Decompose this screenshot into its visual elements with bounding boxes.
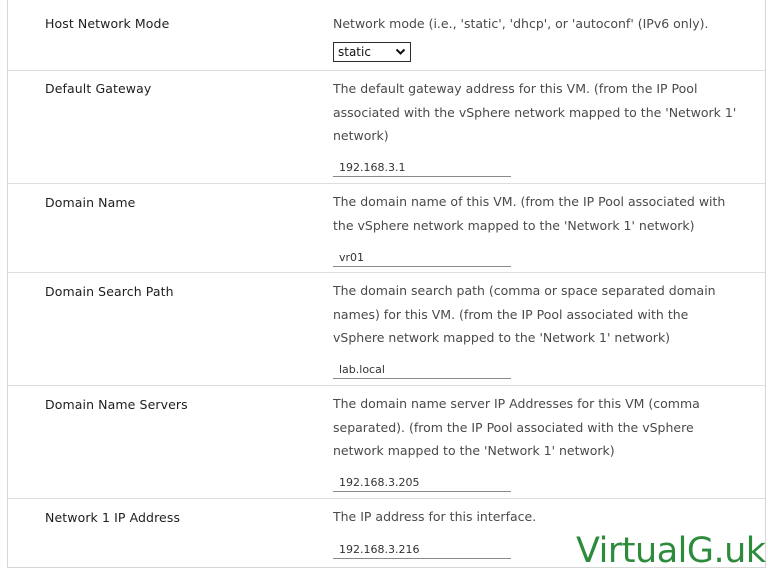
property-label: Domain Name Servers [45,397,188,412]
chevron-down-icon [395,48,406,55]
property-label: Domain Name [45,195,136,210]
property-row-domain-name-servers: Domain Name Servers The domain name serv… [8,386,765,499]
default-gateway-input[interactable]: 192.168.3.1 [333,159,511,177]
property-label: Domain Search Path [45,284,174,299]
property-label: Default Gateway [45,81,152,96]
domain-name-input[interactable]: vr01 [333,249,511,267]
domain-search-path-input[interactable]: lab.local [333,361,511,379]
network-mode-select[interactable]: static [333,42,411,62]
ovf-properties-panel: Host Network Mode Network mode (i.e., 's… [7,0,766,568]
property-description: The default gateway address for this VM.… [333,81,737,143]
watermark-logo: VirtualG.uk [576,531,766,571]
property-label: Host Network Mode [45,16,170,31]
property-description: The domain name server IP Addresses for … [333,396,700,458]
network-mode-select-value: static [338,45,371,59]
property-description: The IP address for this interface. [333,509,537,524]
property-row-domain-name: Domain Name The domain name of this VM. … [8,184,765,273]
property-label: Network 1 IP Address [45,510,181,525]
property-row-host-network-mode: Host Network Mode Network mode (i.e., 's… [8,0,765,71]
domain-name-servers-input[interactable]: 192.168.3.205 [333,474,511,492]
property-row-domain-search-path: Domain Search Path The domain search pat… [8,273,765,386]
property-row-default-gateway: Default Gateway The default gateway addr… [8,71,765,184]
property-description: The domain search path (comma or space s… [333,283,716,345]
property-description: Network mode (i.e., 'static', 'dhcp', or… [333,16,709,31]
network-1-ip-address-input[interactable]: 192.168.3.216 [333,541,511,559]
property-description: The domain name of this VM. (from the IP… [333,194,726,233]
